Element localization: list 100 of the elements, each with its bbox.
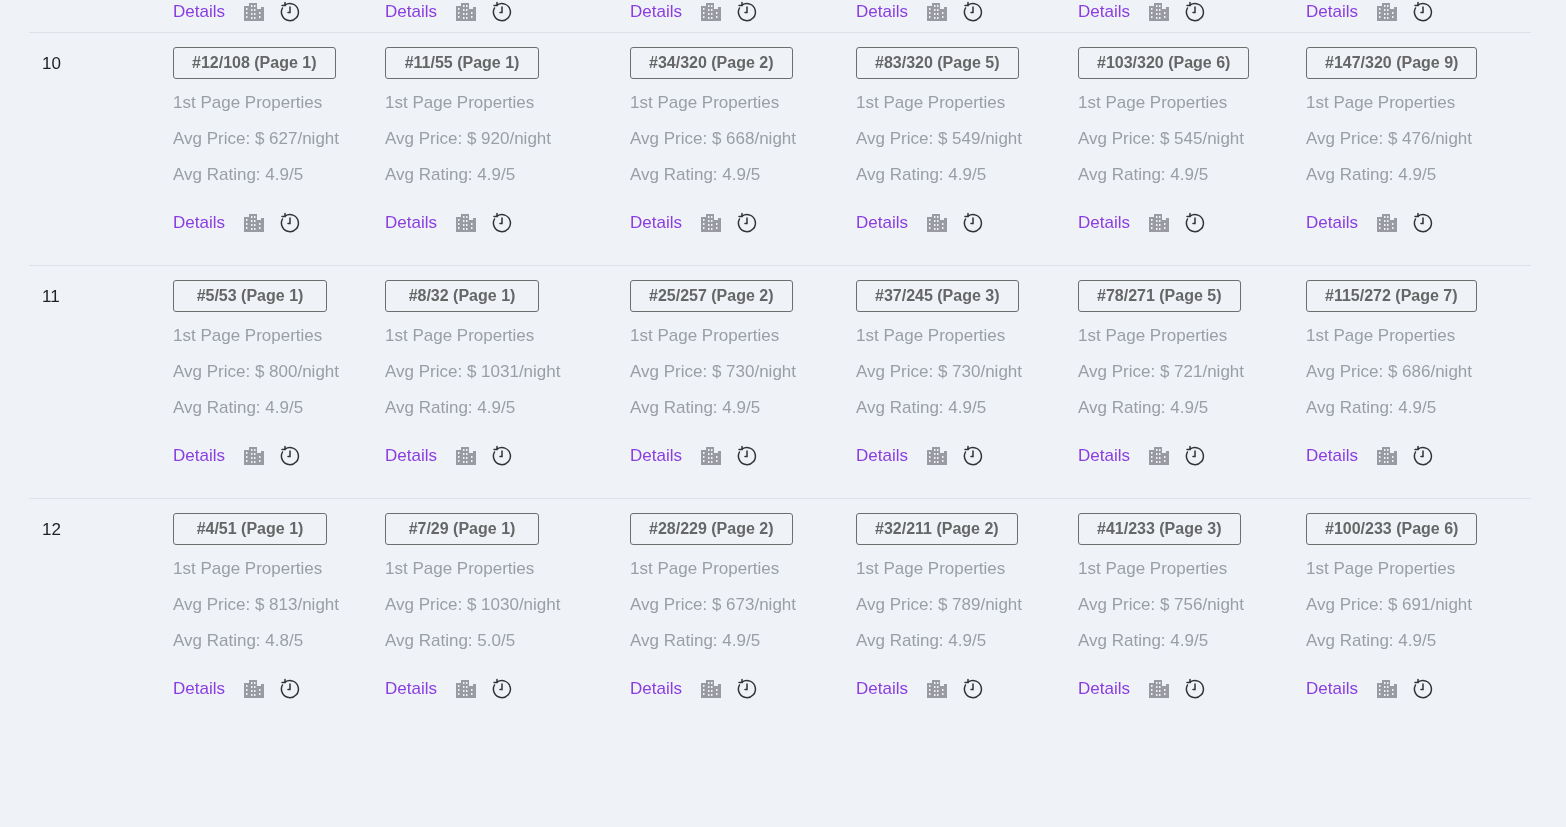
details-link[interactable]: Details <box>173 2 225 22</box>
row-number: 12 <box>42 520 61 539</box>
rank-badge: #8/32 (Page 1) <box>385 280 539 312</box>
rating-text: Avg Rating: 4.9/5 <box>630 630 761 652</box>
note-text: 1st Page Properties <box>856 92 1006 114</box>
rating-text: Avg Rating: 4.9/5 <box>385 164 516 186</box>
details-link[interactable]: Details <box>173 446 225 466</box>
price-text: Avg Price: $ 691/night <box>1306 594 1472 616</box>
price-text: Avg Price: $ 686/night <box>1306 361 1472 383</box>
row-number: 10 <box>42 54 61 73</box>
details-link[interactable]: Details <box>630 446 682 466</box>
price-text: Avg Price: $ 668/night <box>630 128 796 150</box>
note-text: 1st Page Properties <box>1306 92 1456 114</box>
price-text: Avg Price: $ 1030/night <box>385 594 561 616</box>
price-text: Avg Price: $ 756/night <box>1078 594 1244 616</box>
details-link[interactable]: Details <box>1306 446 1358 466</box>
details-link[interactable]: Details <box>173 679 225 699</box>
note-text: 1st Page Properties <box>630 325 780 347</box>
details-link[interactable]: Details <box>856 679 908 699</box>
rank-badge: #12/108 (Page 1) <box>173 47 336 79</box>
history-clock-icon[interactable] <box>1183 1 1206 23</box>
history-clock-icon[interactable] <box>961 1 984 23</box>
note-text: 1st Page Properties <box>173 325 323 347</box>
history-clock-icon[interactable] <box>278 1 301 23</box>
note-text: 1st Page Properties <box>385 558 535 580</box>
rating-text: Avg Rating: 4.8/5 <box>173 630 304 652</box>
history-clock-icon[interactable] <box>278 678 301 700</box>
details-link[interactable]: Details <box>1078 213 1130 233</box>
rating-text: Avg Rating: 4.9/5 <box>856 397 987 419</box>
rating-text: Avg Rating: 4.9/5 <box>1306 397 1437 419</box>
details-link[interactable]: Details <box>630 2 682 22</box>
history-clock-icon[interactable] <box>1411 212 1434 234</box>
price-text: Avg Price: $ 476/night <box>1306 128 1472 150</box>
details-link[interactable]: Details <box>856 2 908 22</box>
history-clock-icon[interactable] <box>961 678 984 700</box>
history-clock-icon[interactable] <box>1411 1 1434 23</box>
details-link[interactable]: Details <box>856 446 908 466</box>
price-text: Avg Price: $ 673/night <box>630 594 796 616</box>
note-text: 1st Page Properties <box>630 558 780 580</box>
details-link[interactable]: Details <box>1306 2 1358 22</box>
rating-text: Avg Rating: 4.9/5 <box>856 164 987 186</box>
note-text: 1st Page Properties <box>173 92 323 114</box>
rank-badge: #28/229 (Page 2) <box>630 513 793 545</box>
price-text: Avg Price: $ 730/night <box>630 361 796 383</box>
details-link[interactable]: Details <box>1078 679 1130 699</box>
rank-badge: #115/272 (Page 7) <box>1306 280 1477 312</box>
details-link[interactable]: Details <box>385 2 437 22</box>
details-link[interactable]: Details <box>1078 2 1130 22</box>
history-clock-icon[interactable] <box>490 445 513 467</box>
note-text: 1st Page Properties <box>1078 92 1228 114</box>
price-text: Avg Price: $ 545/night <box>1078 128 1244 150</box>
price-text: Avg Price: $ 800/night <box>173 361 339 383</box>
details-link[interactable]: Details <box>856 213 908 233</box>
rank-badge: #11/55 (Page 1) <box>385 47 539 79</box>
rank-badge: #25/257 (Page 2) <box>630 280 793 312</box>
rank-badge: #41/233 (Page 3) <box>1078 513 1241 545</box>
history-clock-icon[interactable] <box>1411 445 1434 467</box>
rating-text: Avg Rating: 4.9/5 <box>1078 630 1209 652</box>
rank-badge: #147/320 (Page 9) <box>1306 47 1478 79</box>
price-text: Avg Price: $ 721/night <box>1078 361 1244 383</box>
history-clock-icon[interactable] <box>961 212 984 234</box>
note-text: 1st Page Properties <box>1306 558 1456 580</box>
history-clock-icon[interactable] <box>490 212 513 234</box>
history-clock-icon[interactable] <box>490 678 513 700</box>
details-link[interactable]: Details <box>385 446 437 466</box>
price-text: Avg Price: $ 920/night <box>385 128 551 150</box>
history-clock-icon[interactable] <box>735 678 758 700</box>
details-link[interactable]: Details <box>385 679 437 699</box>
history-clock-icon[interactable] <box>278 445 301 467</box>
details-link[interactable]: Details <box>1306 213 1358 233</box>
rank-badge: #83/320 (Page 5) <box>856 47 1019 79</box>
history-clock-icon[interactable] <box>490 1 513 23</box>
note-text: 1st Page Properties <box>856 325 1006 347</box>
details-link[interactable]: Details <box>630 213 682 233</box>
history-clock-icon[interactable] <box>735 212 758 234</box>
history-clock-icon[interactable] <box>1411 678 1434 700</box>
history-clock-icon[interactable] <box>735 1 758 23</box>
history-clock-icon[interactable] <box>961 445 984 467</box>
price-text: Avg Price: $ 549/night <box>856 128 1022 150</box>
rating-text: Avg Rating: 4.9/5 <box>630 164 761 186</box>
rank-badge: #5/53 (Page 1) <box>173 280 327 312</box>
note-text: 1st Page Properties <box>385 92 535 114</box>
history-clock-icon[interactable] <box>735 445 758 467</box>
history-clock-icon[interactable] <box>1183 678 1206 700</box>
rank-badge: #4/51 (Page 1) <box>173 513 327 545</box>
history-clock-icon[interactable] <box>278 212 301 234</box>
details-link[interactable]: Details <box>630 679 682 699</box>
rank-badge: #37/245 (Page 3) <box>856 280 1019 312</box>
history-clock-icon[interactable] <box>1183 445 1206 467</box>
details-link[interactable]: Details <box>173 213 225 233</box>
details-link[interactable]: Details <box>1078 446 1130 466</box>
rank-badge: #34/320 (Page 2) <box>630 47 793 79</box>
details-link[interactable]: Details <box>385 213 437 233</box>
price-text: Avg Price: $ 730/night <box>856 361 1022 383</box>
note-text: 1st Page Properties <box>385 325 535 347</box>
history-clock-icon[interactable] <box>1183 212 1206 234</box>
note-text: 1st Page Properties <box>630 92 780 114</box>
rank-badge: #32/211 (Page 2) <box>856 513 1018 545</box>
note-text: 1st Page Properties <box>1306 325 1456 347</box>
details-link[interactable]: Details <box>1306 679 1358 699</box>
